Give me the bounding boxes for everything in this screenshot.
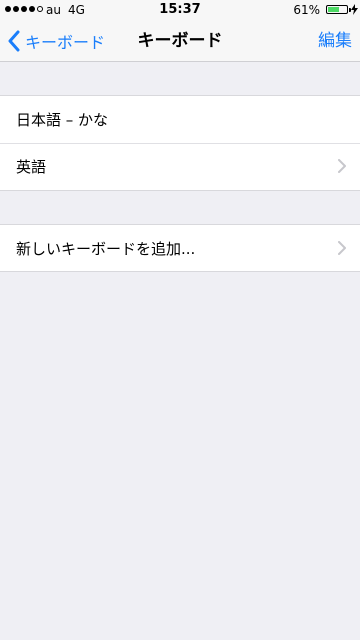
keyboard-list: 日本語 – かな 英語 bbox=[0, 95, 360, 191]
keyboard-item-japanese-kana[interactable]: 日本語 – かな bbox=[0, 96, 360, 143]
keyboard-item-label: 英語 bbox=[16, 158, 47, 176]
chevron-left-icon bbox=[8, 30, 20, 52]
battery-icon bbox=[326, 5, 348, 14]
add-keyboard-group: 新しいキーボードを追加... bbox=[0, 224, 360, 272]
status-bar: au 4G 15:37 61% bbox=[0, 0, 360, 20]
add-keyboard-label: 新しいキーボードを追加... bbox=[16, 240, 196, 258]
chevron-right-icon bbox=[338, 241, 346, 255]
battery-level-fill bbox=[328, 7, 339, 12]
battery-percent: 61% bbox=[293, 3, 320, 17]
edit-button[interactable]: 編集 bbox=[318, 20, 352, 62]
navigation-bar: キーボード キーボード 編集 bbox=[0, 20, 360, 62]
back-button-label: キーボード bbox=[25, 33, 106, 52]
back-button[interactable]: キーボード bbox=[0, 20, 105, 62]
charging-bolt-icon bbox=[351, 4, 358, 15]
add-new-keyboard-button[interactable]: 新しいキーボードを追加... bbox=[0, 225, 360, 272]
keyboard-item-label: 日本語 – かな bbox=[16, 111, 109, 129]
chevron-right-icon bbox=[338, 159, 346, 173]
keyboard-item-english[interactable]: 英語 bbox=[0, 143, 360, 190]
keyboards-screen: au 4G 15:37 61% キーボード キーボード 編集 日本語 – かな … bbox=[0, 0, 360, 640]
